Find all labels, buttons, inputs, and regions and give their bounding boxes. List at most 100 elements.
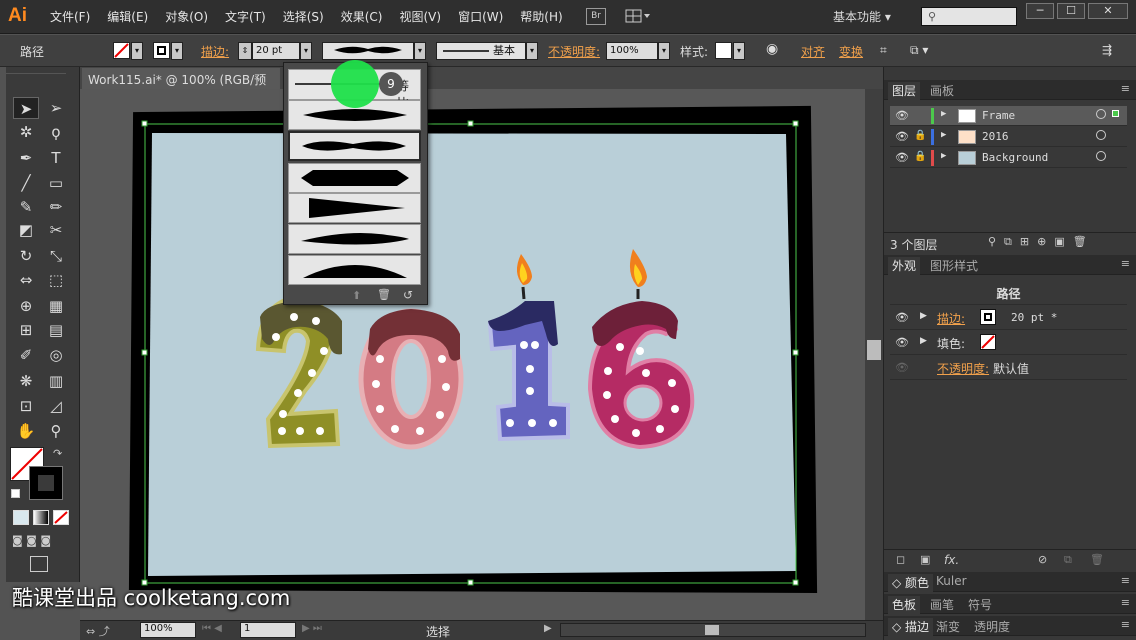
style-dropdown-arrow[interactable]: ▾ bbox=[733, 42, 745, 60]
clear-appearance-icon[interactable]: ⊘ bbox=[1038, 553, 1047, 566]
profile-width-2[interactable] bbox=[288, 131, 421, 161]
appearance-stroke-swatch[interactable] bbox=[980, 309, 996, 325]
horizontal-scroll-thumb[interactable] bbox=[705, 625, 719, 635]
tab-transparency[interactable]: 透明度 bbox=[970, 618, 1014, 635]
blend-tool-icon[interactable]: ◎ bbox=[43, 344, 69, 366]
digit-0-candle[interactable] bbox=[358, 308, 464, 450]
symbol-sprayer-tool-icon[interactable]: ❋ bbox=[13, 370, 39, 392]
close-button[interactable]: ✕ bbox=[1088, 3, 1128, 19]
none-mode-icon[interactable] bbox=[53, 510, 69, 525]
gradient-tool-icon[interactable]: ▤ bbox=[43, 319, 69, 341]
arrange-documents-icon[interactable] bbox=[625, 9, 651, 23]
add-to-profiles-icon[interactable]: ⬆ bbox=[352, 289, 361, 302]
status-icon[interactable]: ⇔ ⤴ bbox=[86, 623, 110, 639]
visibility-eye-icon[interactable]: 👁 bbox=[895, 151, 909, 164]
magic-wand-tool-icon[interactable]: ✲ bbox=[13, 121, 39, 143]
fill-swatch[interactable] bbox=[113, 42, 130, 59]
menu-type[interactable]: 文字(T) bbox=[225, 8, 266, 25]
pen-tool-icon[interactable]: ✒ bbox=[13, 147, 39, 169]
opacity-input[interactable]: 100% bbox=[606, 42, 658, 60]
recolor-artwork-icon[interactable]: ◉ bbox=[766, 41, 778, 57]
selection-indicator[interactable] bbox=[1112, 110, 1119, 117]
stroke-panel-menu-icon[interactable]: ≡ bbox=[1121, 618, 1130, 631]
minimize-button[interactable]: ─ bbox=[1026, 3, 1054, 19]
menu-select[interactable]: 选择(S) bbox=[283, 8, 324, 25]
expand-triangle-icon[interactable]: ▶ bbox=[941, 151, 946, 161]
target-circle-icon[interactable] bbox=[1096, 130, 1106, 140]
eyedropper-tool-icon[interactable]: ✐ bbox=[13, 344, 39, 366]
opacity-dropdown-arrow[interactable]: ▾ bbox=[658, 42, 670, 60]
brush-definition-dropdown[interactable]: 基本 bbox=[436, 42, 526, 60]
delete-item-icon[interactable]: 🗑 bbox=[1090, 553, 1104, 566]
tab-brushes[interactable]: 画笔 bbox=[926, 596, 958, 613]
menu-edit[interactable]: 编辑(E) bbox=[107, 8, 148, 25]
expand-triangle-icon[interactable]: ▶ bbox=[920, 336, 927, 346]
expand-triangle-icon[interactable]: ▶ bbox=[941, 130, 946, 140]
appearance-stroke-row[interactable]: 👁 ▶ 描边: 20 pt * bbox=[890, 305, 1127, 330]
visibility-eye-icon[interactable]: 👁 bbox=[895, 311, 909, 324]
search-input[interactable]: ⚲ bbox=[921, 7, 1017, 26]
prev-artboard-icon[interactable]: ⏮ ◀ bbox=[202, 623, 222, 634]
layer-name[interactable]: Frame bbox=[982, 109, 1015, 122]
horizontal-scrollbar[interactable] bbox=[560, 623, 866, 637]
target-circle-icon[interactable] bbox=[1096, 151, 1106, 161]
tab-gradient[interactable]: 渐变 bbox=[932, 618, 964, 635]
status-menu-icon[interactable]: ▶ bbox=[544, 623, 552, 634]
rotate-tool-icon[interactable]: ↻ bbox=[13, 245, 39, 267]
layer-row-frame[interactable]: 👁 ▶ Frame bbox=[890, 106, 1127, 126]
tab-graphic-styles[interactable]: 图形样式 bbox=[926, 257, 982, 274]
profile-width-6[interactable] bbox=[288, 255, 421, 285]
menu-file[interactable]: 文件(F) bbox=[50, 8, 90, 25]
width-tool-icon[interactable]: ⇔ bbox=[13, 269, 39, 291]
stroke-dropdown-arrow[interactable]: ▾ bbox=[171, 42, 183, 60]
expand-triangle-icon[interactable]: ▶ bbox=[941, 109, 946, 119]
artboard-number-input[interactable]: 1 bbox=[240, 622, 296, 638]
toolbox-grip[interactable] bbox=[6, 67, 66, 74]
stroke-label[interactable]: 描边: bbox=[201, 43, 229, 60]
rectangle-tool-icon[interactable]: ▭ bbox=[43, 172, 69, 194]
type-tool-icon[interactable]: T bbox=[43, 147, 69, 169]
tab-artboards[interactable]: 画板 bbox=[926, 82, 958, 99]
stroke-weight-stepper[interactable]: ⇕ bbox=[238, 42, 252, 60]
arrange-icon[interactable]: ⧉ ▾ bbox=[910, 43, 928, 58]
opacity-label[interactable]: 不透明度: bbox=[548, 43, 600, 60]
menu-view[interactable]: 视图(V) bbox=[399, 8, 441, 25]
tab-swatches[interactable]: 色板 bbox=[888, 596, 921, 614]
add-stroke-icon[interactable]: ◻ bbox=[896, 553, 905, 566]
bridge-button[interactable]: Br bbox=[586, 8, 606, 25]
color-mode-icon[interactable] bbox=[13, 510, 29, 525]
swatches-panel-menu-icon[interactable]: ≡ bbox=[1121, 596, 1130, 609]
tab-stroke[interactable]: ◇ 描边 bbox=[888, 618, 934, 636]
isolate-group-icon[interactable]: ⌗ bbox=[880, 43, 887, 58]
target-circle-icon[interactable] bbox=[1096, 109, 1106, 119]
align-link[interactable]: 对齐 bbox=[801, 43, 825, 60]
menu-effect[interactable]: 效果(C) bbox=[341, 8, 383, 25]
scale-tool-icon[interactable]: ⤡ bbox=[43, 245, 69, 267]
expand-triangle-icon[interactable]: ▶ bbox=[920, 311, 927, 321]
profile-width-3[interactable] bbox=[288, 163, 421, 193]
paintbrush-tool-icon[interactable]: ✎ bbox=[13, 196, 39, 218]
appearance-panel-menu-icon[interactable]: ≡ bbox=[1121, 257, 1130, 270]
appearance-fill-row[interactable]: 👁 ▶ 填色: bbox=[890, 330, 1127, 355]
appearance-stroke-label[interactable]: 描边: bbox=[937, 310, 965, 327]
lock-icon[interactable]: 🔒 bbox=[914, 151, 926, 162]
layers-footer-icons[interactable]: ⚲⧉⊞⊕▣🗑 bbox=[988, 235, 1095, 249]
profile-width-5[interactable] bbox=[288, 224, 421, 254]
direct-selection-tool-icon[interactable]: ➢ bbox=[43, 97, 69, 119]
menu-window[interactable]: 窗口(W) bbox=[458, 8, 503, 25]
zoom-tool-icon[interactable]: ⚲ bbox=[43, 420, 69, 442]
gradient-mode-icon[interactable] bbox=[33, 510, 49, 525]
tab-appearance[interactable]: 外观 bbox=[888, 257, 921, 275]
stroke-color-box[interactable] bbox=[29, 466, 63, 500]
visibility-eye-icon[interactable]: 👁 bbox=[895, 109, 909, 122]
scissors-tool-icon[interactable]: ✂ bbox=[43, 219, 69, 241]
shape-builder-tool-icon[interactable]: ⊕ bbox=[13, 295, 39, 317]
swap-fill-stroke-icon[interactable]: ↷ bbox=[53, 447, 62, 460]
artboard-tool-icon[interactable]: ⊡ bbox=[13, 395, 39, 417]
next-artboard-icon[interactable]: ▶ ⏭ bbox=[302, 623, 322, 634]
profile-dropdown-arrow[interactable]: ▾ bbox=[414, 42, 426, 60]
visibility-eye-icon[interactable]: 👁 bbox=[895, 130, 909, 143]
layer-row-2016[interactable]: 👁 🔒 ▶ 2016 bbox=[890, 127, 1127, 147]
default-colors-icon[interactable] bbox=[11, 489, 20, 498]
delete-profile-icon[interactable]: 🗑 bbox=[377, 288, 391, 301]
